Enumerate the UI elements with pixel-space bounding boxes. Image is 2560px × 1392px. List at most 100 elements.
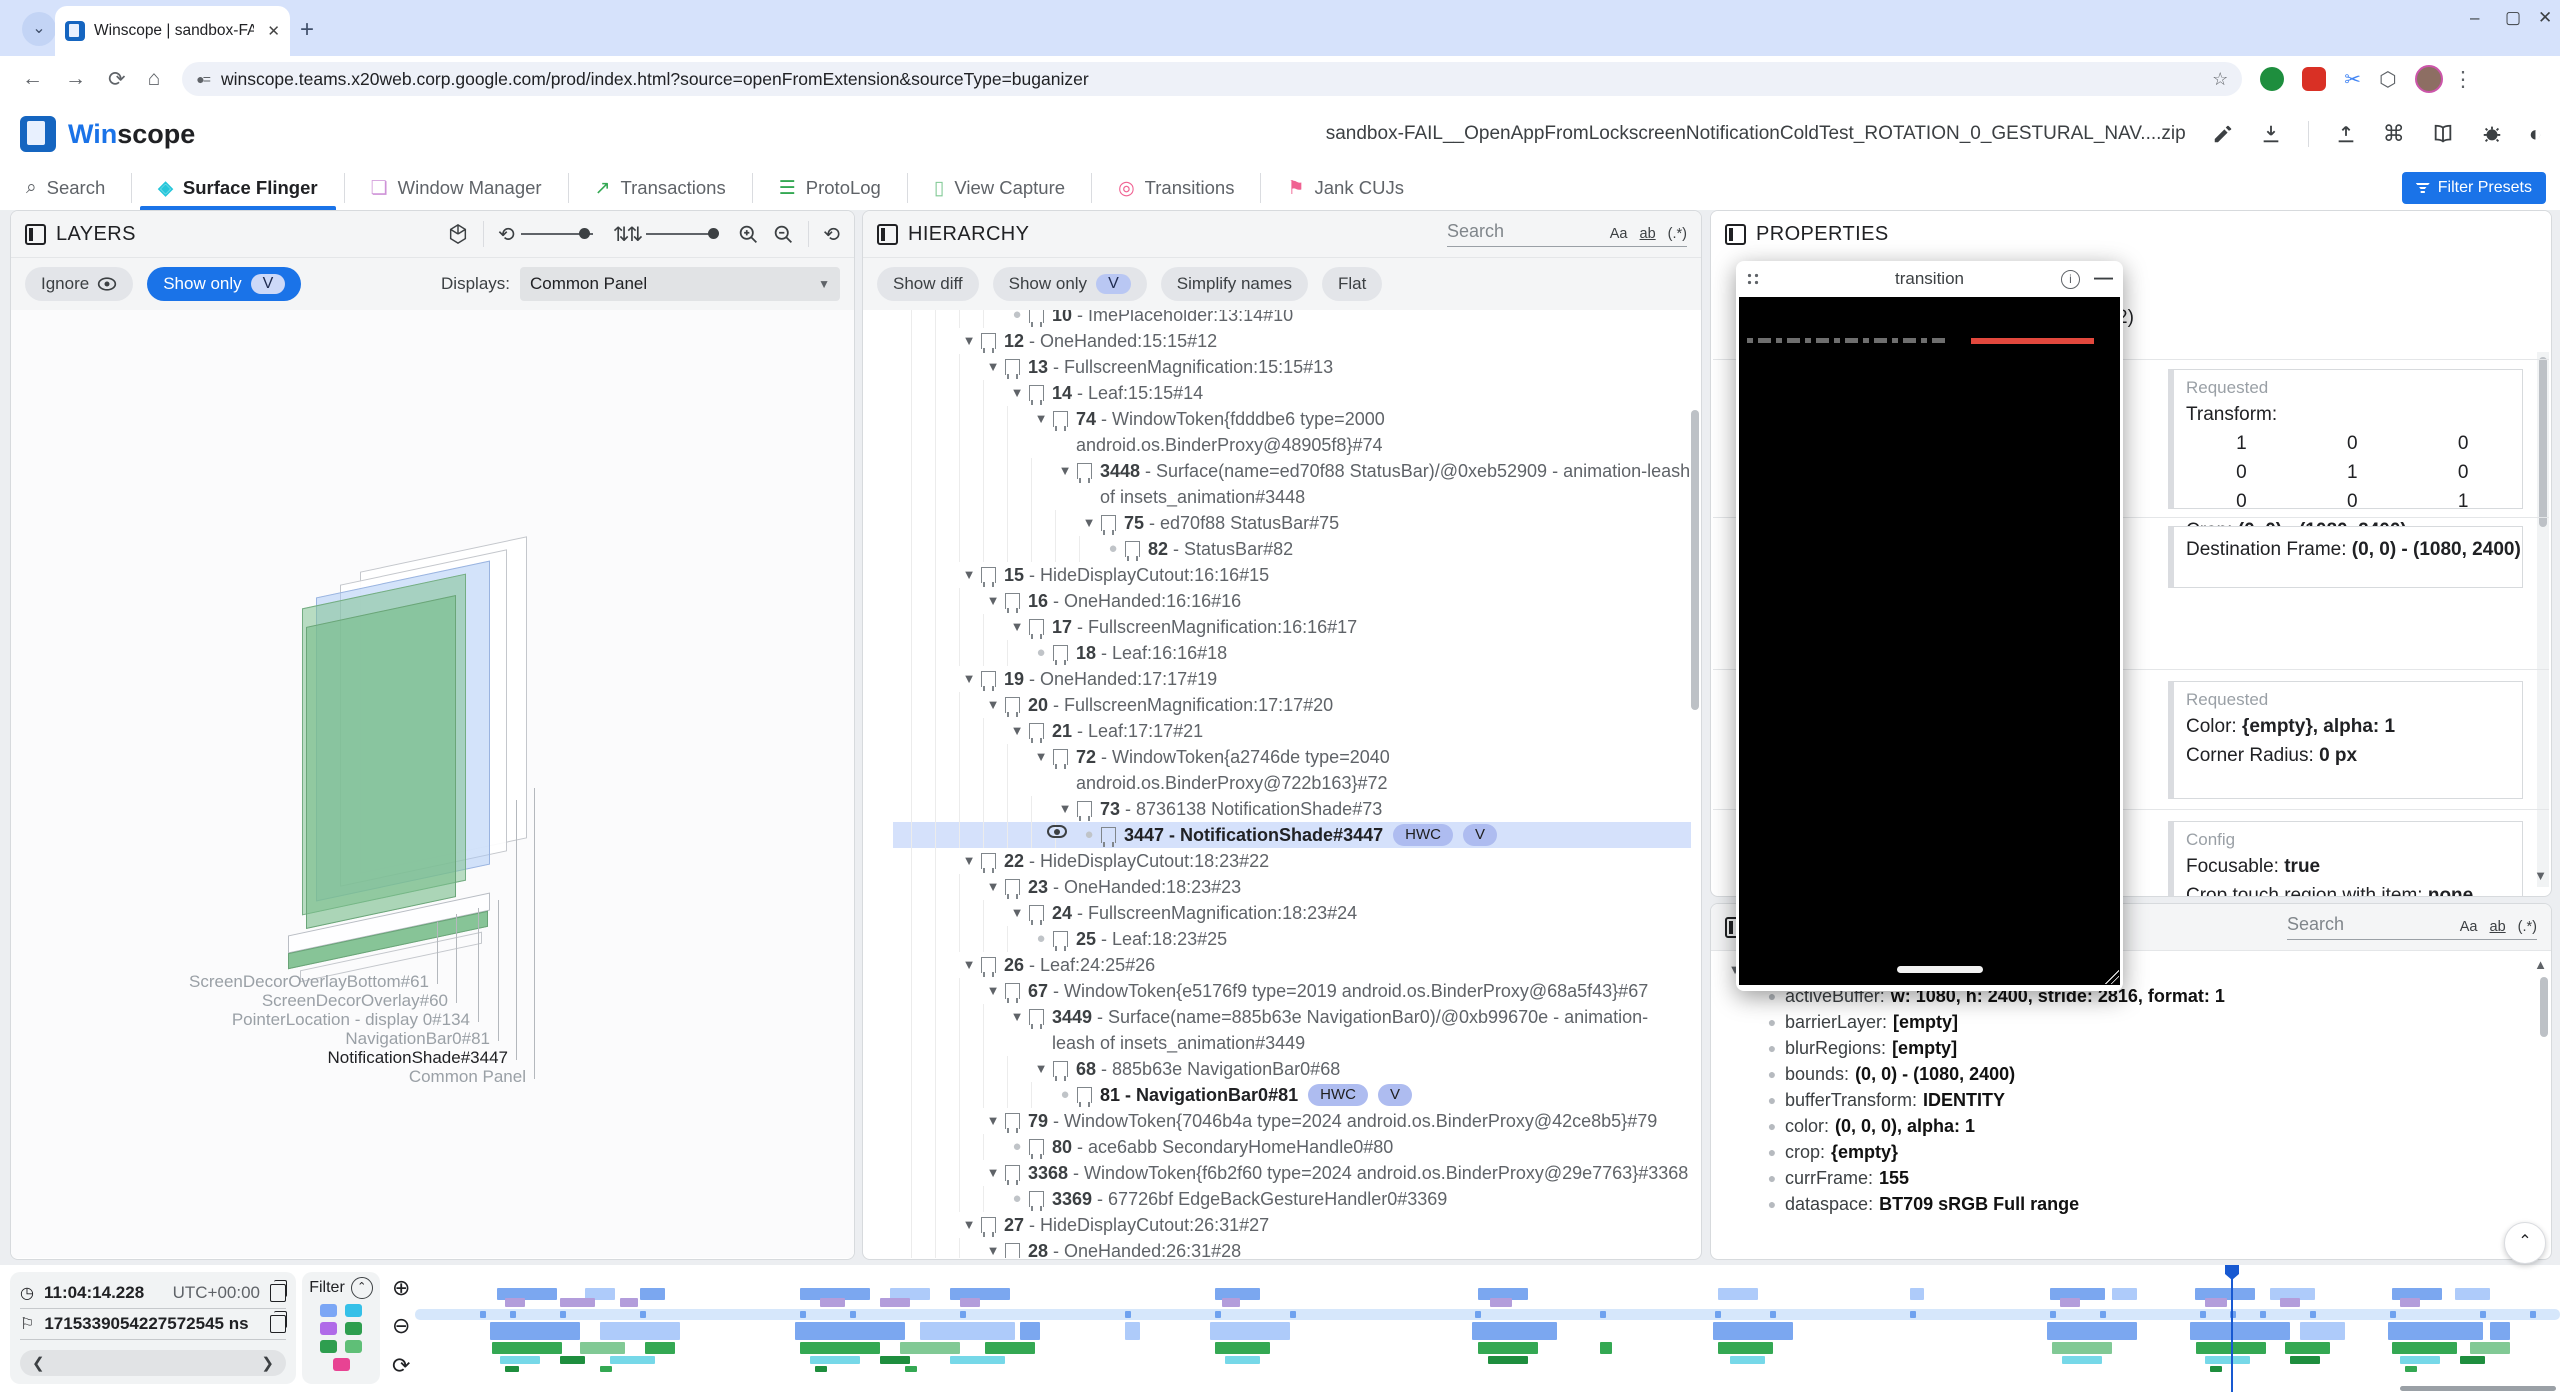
properties-search-input[interactable]: Search Aa ab (.*) bbox=[2287, 914, 2537, 940]
trace-segment[interactable] bbox=[800, 1342, 880, 1354]
property-row[interactable]: ●bounds:(0, 0) - (1080, 2400) bbox=[1759, 1061, 2551, 1087]
expand-arrow-icon[interactable]: ▼ bbox=[983, 978, 1003, 1004]
download-icon[interactable] bbox=[2260, 123, 2282, 145]
hierarchy-row[interactable]: ▼68 - 885b63e NavigationBar0#68 bbox=[893, 1056, 1691, 1082]
property-row[interactable]: ●blurRegions:[empty] bbox=[1759, 1035, 2551, 1061]
trace-segment[interactable] bbox=[1910, 1288, 1924, 1300]
layer-label[interactable]: ScreenDecorOverlayBottom#61 bbox=[11, 972, 429, 992]
expand-arrow-icon[interactable]: ▼ bbox=[959, 848, 979, 874]
tab-window-manager[interactable]: ❏Window Manager bbox=[345, 166, 568, 210]
hierarchy-row[interactable]: ▼19 - OneHanded:17:17#19 bbox=[893, 666, 1691, 692]
hierarchy-row[interactable]: ▼12 - OneHanded:15:15#12 bbox=[893, 328, 1691, 354]
trace-segment[interactable] bbox=[905, 1366, 917, 1372]
property-row[interactable]: ●barrierLayer:[empty] bbox=[1759, 1009, 2551, 1035]
extension-scissors-icon[interactable]: ✂ bbox=[2344, 67, 2361, 91]
extensions-puzzle-icon[interactable]: ⬡ bbox=[2379, 67, 2396, 91]
trace-segment[interactable] bbox=[2300, 1322, 2345, 1340]
trace-segment[interactable] bbox=[2392, 1342, 2457, 1354]
expand-arrow-icon[interactable]: ▼ bbox=[959, 328, 979, 354]
documentation-book-icon[interactable] bbox=[2431, 123, 2455, 145]
minimize-icon[interactable]: — bbox=[2094, 268, 2113, 290]
tab-view-capture[interactable]: ▯View Capture bbox=[908, 166, 1091, 210]
window-restore-icon[interactable]: ▢ bbox=[2505, 8, 2521, 28]
tab-jank-cujs[interactable]: ⚑Jank CUJs bbox=[1261, 166, 1430, 210]
info-icon[interactable]: i bbox=[2061, 270, 2080, 289]
tab-search-icon[interactable]: ⌄ bbox=[22, 12, 56, 46]
layer-label[interactable]: NavigationBar0#81 bbox=[11, 1029, 490, 1049]
rotation-slider[interactable] bbox=[521, 233, 593, 235]
expand-arrow-icon[interactable]: ▼ bbox=[1031, 744, 1051, 770]
trace-segment[interactable] bbox=[1713, 1322, 1793, 1340]
hierarchy-row[interactable]: ●25 - Leaf:18:23#25 bbox=[893, 926, 1691, 952]
bookmark-star-icon[interactable]: ☆ bbox=[2212, 69, 2228, 90]
layer-rect[interactable] bbox=[306, 595, 456, 929]
timeline-hscrollbar[interactable] bbox=[2400, 1386, 2556, 1391]
hierarchy-row[interactable]: ▼73 - 8736138 NotificationShade#73 bbox=[893, 796, 1691, 822]
hierarchy-row[interactable]: ▼22 - HideDisplayCutout:18:23#22 bbox=[893, 848, 1691, 874]
hierarchy-row[interactable]: ▼79 - WindowToken{7046b4a type=2024 andr… bbox=[893, 1108, 1691, 1134]
trace-segment[interactable] bbox=[2470, 1342, 2510, 1354]
trace-segment[interactable] bbox=[2060, 1298, 2080, 1307]
site-info-icon[interactable]: ●= bbox=[196, 71, 209, 87]
trace-segment[interactable] bbox=[560, 1298, 595, 1307]
trace-segment[interactable] bbox=[2388, 1322, 2483, 1340]
tab-protolog[interactable]: ☰ProtoLog bbox=[753, 166, 907, 210]
filter-presets-button[interactable]: Filter Presets bbox=[2402, 172, 2546, 204]
expand-arrow-icon[interactable]: ▼ bbox=[983, 1238, 1003, 1258]
hierarchy-row[interactable]: ●18 - Leaf:16:16#18 bbox=[893, 640, 1691, 666]
property-row[interactable]: ●color:(0, 0, 0), alpha: 1 bbox=[1759, 1113, 2551, 1139]
trace-segment[interactable] bbox=[505, 1298, 525, 1307]
hierarchy-row[interactable]: ▼14 - Leaf:15:15#14 bbox=[893, 380, 1691, 406]
reset-view-icon[interactable]: ⟲ bbox=[823, 222, 840, 247]
displays-dropdown[interactable]: Common Panel▼ bbox=[520, 267, 840, 301]
flat-button[interactable]: Flat bbox=[1322, 267, 1382, 301]
expand-arrow-icon[interactable]: ▼ bbox=[1079, 510, 1099, 536]
3d-cube-icon[interactable] bbox=[447, 223, 469, 245]
hierarchy-row[interactable]: ●3447 - NotificationShade#3447HWCV bbox=[893, 822, 1691, 848]
expand-arrow-icon[interactable]: ▼ bbox=[959, 952, 979, 978]
trace-segment[interactable] bbox=[600, 1366, 612, 1372]
upload-icon[interactable] bbox=[2335, 123, 2357, 145]
trace-segment[interactable] bbox=[1125, 1322, 1140, 1340]
hierarchy-row[interactable]: ▼13 - FullscreenMagnification:15:15#13 bbox=[893, 354, 1691, 380]
trace-segment[interactable] bbox=[2455, 1288, 2490, 1300]
scroll-up-icon[interactable]: ▲ bbox=[2534, 957, 2547, 972]
expand-arrow-icon[interactable]: ▼ bbox=[983, 874, 1003, 900]
trace-segment[interactable] bbox=[2062, 1356, 2102, 1364]
trace-segment[interactable] bbox=[985, 1342, 1035, 1354]
drag-handle-icon[interactable] bbox=[1746, 272, 1760, 286]
trace-segment[interactable] bbox=[600, 1322, 680, 1340]
expand-arrow-icon[interactable]: ▼ bbox=[1055, 458, 1075, 484]
whole-word-icon[interactable]: ab bbox=[1640, 226, 1656, 242]
shortcuts-icon[interactable]: ⌘ bbox=[2383, 121, 2405, 147]
trace-segment[interactable] bbox=[1478, 1342, 1538, 1354]
trace-segment[interactable] bbox=[900, 1342, 960, 1354]
trace-segment[interactable] bbox=[610, 1356, 655, 1364]
trace-segment[interactable] bbox=[645, 1342, 675, 1354]
match-case-icon[interactable]: Aa bbox=[2460, 919, 2478, 935]
trace-segment[interactable] bbox=[795, 1322, 905, 1340]
hierarchy-row[interactable]: ▼20 - FullscreenMagnification:17:17#20 bbox=[893, 692, 1691, 718]
trace-segment[interactable] bbox=[2210, 1366, 2222, 1372]
hierarchy-row[interactable]: ▼21 - Leaf:17:17#21 bbox=[893, 718, 1691, 744]
hierarchy-row[interactable]: ▼26 - Leaf:24:25#26 bbox=[893, 952, 1691, 978]
hierarchy-row[interactable]: ●3369 - 67726bf EdgeBackGestureHandler0#… bbox=[893, 1186, 1691, 1212]
trace-segment[interactable] bbox=[490, 1322, 580, 1340]
timeline-cursor-handle[interactable] bbox=[2225, 1265, 2239, 1280]
expand-arrow-icon[interactable]: ▼ bbox=[959, 1212, 979, 1238]
hierarchy-row[interactable]: ▼16 - OneHanded:16:16#16 bbox=[893, 588, 1691, 614]
trace-segment[interactable] bbox=[2460, 1356, 2485, 1364]
trace-segment[interactable] bbox=[1225, 1356, 1260, 1364]
reload-icon[interactable]: ⟳ bbox=[108, 67, 126, 92]
layer-label[interactable]: ScreenDecorOverlay#60 bbox=[11, 991, 448, 1011]
trace-segment[interactable] bbox=[2400, 1356, 2440, 1364]
trace-segment[interactable] bbox=[2112, 1288, 2137, 1300]
layers-3d-view[interactable]: ScreenDecorOverlayBottom#61ScreenDecorOv… bbox=[11, 310, 854, 1258]
property-row[interactable]: ●bufferTransform:IDENTITY bbox=[1759, 1087, 2551, 1113]
expand-arrow-icon[interactable]: ▼ bbox=[959, 562, 979, 588]
show-only-v-button[interactable]: Show onlyV bbox=[993, 267, 1147, 301]
resize-handle[interactable] bbox=[2105, 970, 2119, 984]
new-tab-button[interactable]: + bbox=[300, 16, 314, 44]
match-case-icon[interactable]: Aa bbox=[1610, 226, 1628, 242]
timeline-minimap-band[interactable] bbox=[415, 1309, 2560, 1320]
